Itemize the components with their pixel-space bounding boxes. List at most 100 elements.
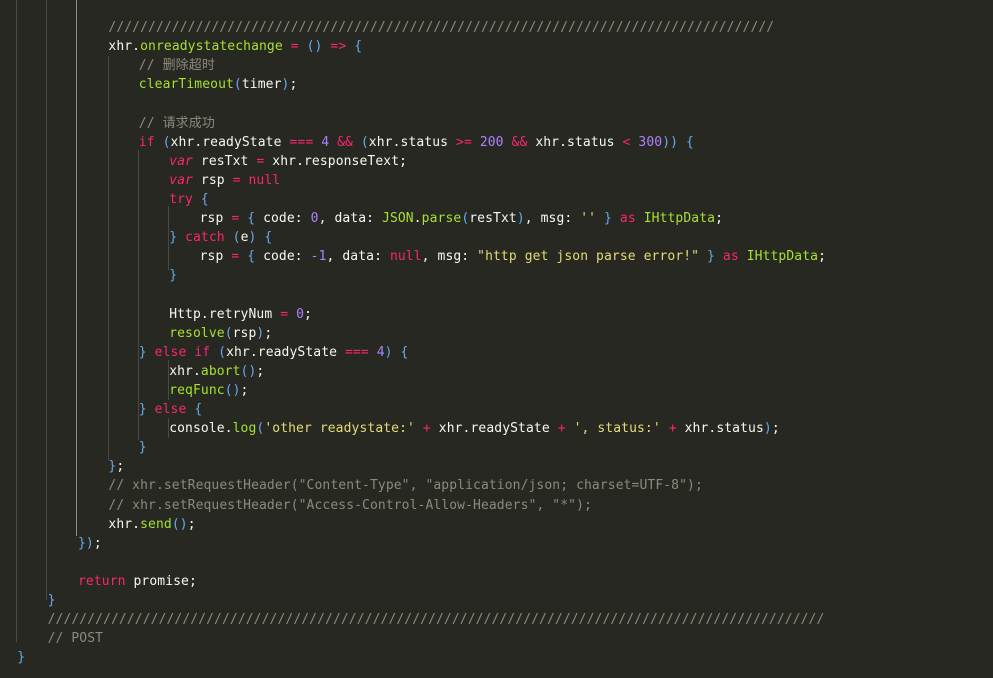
bracket: (	[162, 134, 171, 150]
code-line[interactable]: }	[17, 648, 25, 667]
code-line[interactable]: resolve(rsp);	[169, 324, 272, 343]
bracket: }	[169, 230, 178, 246]
punctuation: :	[294, 249, 311, 265]
function-name: abort	[200, 363, 241, 379]
keyword: var	[169, 153, 193, 169]
code-line[interactable]: // xhr.setRequestHeader("Content-Type", …	[108, 476, 703, 495]
punctuation	[353, 135, 361, 150]
operator: =	[290, 39, 299, 55]
punctuation	[288, 307, 296, 322]
code-line[interactable]: } catch (e) {	[169, 228, 272, 247]
identifier: xhr	[684, 421, 709, 437]
function-name: log	[232, 421, 257, 437]
punctuation: ;	[187, 516, 196, 532]
punctuation	[193, 173, 201, 188]
punctuation	[329, 135, 337, 150]
punctuation	[210, 345, 218, 360]
punctuation: ;	[715, 211, 723, 226]
code-line[interactable]: var rsp = null	[169, 171, 280, 190]
code-line[interactable]: // 请求成功	[139, 114, 215, 133]
comment: ////////////////////////////////////////…	[47, 612, 825, 628]
identifier: rsp	[199, 249, 224, 265]
bracket: {	[264, 230, 273, 246]
code-line[interactable]: } else {	[139, 400, 202, 419]
code-line[interactable]: // 删除超时	[139, 56, 215, 75]
class-name: IHttpData	[746, 249, 819, 265]
bracket: }	[138, 440, 147, 456]
code-line[interactable]: };	[108, 457, 124, 476]
comment: // 请求成功	[138, 115, 215, 131]
code-line[interactable]: clearTimeout(timer);	[139, 75, 298, 94]
punctuation	[255, 249, 263, 264]
function-name: send	[140, 516, 172, 532]
comment: // 删除超时	[138, 58, 215, 74]
punctuation: ;	[818, 249, 826, 265]
identifier: code	[263, 249, 295, 265]
punctuation	[193, 192, 201, 207]
punctuation	[636, 211, 644, 226]
identifier: Http	[169, 306, 201, 322]
identifier: code	[263, 211, 295, 226]
code-line[interactable]: ////////////////////////////////////////…	[48, 610, 825, 629]
punctuation	[126, 574, 134, 589]
code-line[interactable]: ////////////////////////////////////////…	[108, 18, 774, 37]
punctuation: ;	[304, 306, 312, 322]
function-name: parse	[421, 211, 462, 226]
identifier: xhr	[108, 39, 133, 55]
code-line[interactable]: }	[139, 438, 147, 457]
keyword: null	[389, 249, 422, 265]
code-line[interactable]: var resTxt = xhr.responseText;	[169, 152, 407, 171]
code-line[interactable]: });	[78, 534, 102, 553]
identifier: data	[334, 211, 367, 226]
code-line[interactable]: // POST	[48, 629, 104, 648]
operator: &&	[337, 134, 353, 150]
operator: =	[232, 172, 241, 188]
code-line[interactable]: Http.retryNum = 0;	[169, 305, 312, 324]
operator: ===	[345, 344, 369, 360]
code-line[interactable]: console.log('other readystate:' + xhr.re…	[169, 419, 780, 438]
bracket: (	[360, 134, 369, 150]
punctuation	[431, 421, 439, 436]
string-literal: 'other readystate:'	[264, 421, 415, 437]
identifier: rsp	[199, 211, 224, 226]
bracket: )	[763, 421, 772, 437]
number-literal: 4	[321, 134, 330, 150]
punctuation: ;	[256, 363, 265, 379]
punctuation: ;	[93, 535, 102, 551]
code-line[interactable]: }	[169, 266, 177, 285]
punctuation: .	[224, 421, 233, 437]
code-line[interactable]: if (xhr.readyState === 4 && (xhr.status …	[139, 133, 694, 152]
code-line[interactable]: // xhr.setRequestHeader("Access-Control-…	[108, 496, 592, 515]
punctuation: .	[392, 134, 401, 150]
punctuation: .	[132, 516, 141, 532]
bracket: }	[707, 249, 715, 265]
code-line[interactable]: } else if (xhr.readyState === 4) {	[139, 343, 409, 362]
punctuation	[739, 249, 747, 264]
keyword: if	[138, 134, 155, 150]
identifier: xhr	[438, 421, 463, 437]
bracket: (	[232, 230, 241, 246]
bracket: })	[78, 535, 94, 551]
code-line[interactable]: rsp = { code: -1, data: null, msg: "http…	[200, 247, 826, 266]
punctuation	[596, 211, 604, 226]
code-line[interactable]: try {	[169, 190, 209, 209]
number-literal: -1	[310, 249, 327, 265]
string-literal: ', status:'	[573, 421, 661, 437]
punctuation: ,	[326, 249, 343, 265]
punctuation: :	[461, 249, 478, 265]
identifier: data	[342, 249, 375, 265]
code-line[interactable]: xhr.onreadystatechange = () => {	[108, 37, 362, 56]
code-line[interactable]: xhr.abort();	[169, 362, 264, 381]
code-editor[interactable]: ////////////////////////////////////////…	[0, 0, 993, 678]
code-line[interactable]: rsp = { code: 0, data: JSON.parse(resTxt…	[200, 209, 723, 228]
comment: // POST	[47, 631, 104, 647]
identifier: xhr	[368, 134, 393, 150]
number-literal: 0	[310, 211, 319, 226]
bracket: ()	[306, 39, 323, 55]
code-line[interactable]: reqFunc();	[169, 381, 248, 400]
code-line[interactable]: }	[48, 591, 56, 610]
bracket: {	[354, 39, 363, 55]
number-literal: 0	[296, 306, 305, 322]
code-line[interactable]: return promise;	[78, 572, 197, 591]
code-line[interactable]: xhr.send();	[108, 515, 195, 534]
